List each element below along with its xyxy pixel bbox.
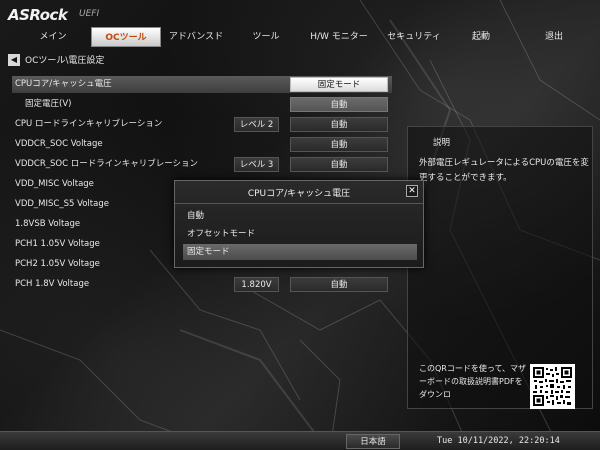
datetime-display: Tue 10/11/2022, 22:20:14 (437, 436, 560, 446)
asrock-logo: ASRock (8, 6, 68, 24)
description-panel: 説明 外部電圧レギュレータによるCPUの電圧を変更することができます。 このQR… (407, 126, 593, 409)
setting-cpu-core-cache-voltage[interactable]: CPUコア/キャッシュ電圧 固定モード (12, 76, 392, 93)
option-value-box[interactable]: 自動 (290, 137, 388, 152)
description-text: 外部電圧レギュレータによるCPUの電圧を変更することができます。 (419, 158, 589, 183)
option-value-box[interactable]: 自動 (290, 277, 388, 292)
setting-label: CPU ロードラインキャリブレーション (15, 119, 163, 129)
dialog-option-auto[interactable]: 自動 (183, 208, 417, 224)
breadcrumb-path: OCツール\電圧設定 (25, 56, 105, 66)
setting-label: VDDCR_SOC ロードラインキャリブレーション (15, 159, 199, 169)
option-value-box[interactable]: 自動 (290, 117, 388, 132)
voltage-value-box[interactable]: 1.820V (234, 277, 279, 292)
dialog-option-fixed[interactable]: 固定モード (183, 244, 417, 260)
status-bar: 日本語 Tue 10/11/2022, 22:20:14 (0, 431, 600, 450)
qr-code-icon (530, 364, 575, 409)
tab-security[interactable]: セキュリティ (382, 27, 446, 47)
setting-label: 1.8VSB Voltage (15, 219, 81, 229)
level-value-box[interactable]: レベル 2 (234, 117, 279, 132)
tab-boot[interactable]: 起動 (460, 27, 502, 47)
setting-vddcr-soc-llc[interactable]: VDDCR_SOC ロードラインキャリブレーション レベル 3 自動 (12, 156, 392, 173)
setting-label: VDDCR_SOC Voltage (15, 139, 103, 149)
option-value-box[interactable]: 自動 (290, 157, 388, 172)
setting-label: VDD_MISC_S5 Voltage (15, 199, 109, 209)
back-arrow-icon[interactable]: ◀ (8, 53, 20, 66)
option-value-box[interactable]: 自動 (290, 97, 388, 112)
option-select-dialog: CPUコア/キャッシュ電圧 ✕ 自動 オフセットモード 固定モード (174, 180, 424, 268)
dialog-title: CPUコア/キャッシュ電圧 (247, 189, 351, 199)
main-nav: メイン OCツール アドバンスド ツール H/W モニター セキュリティ 起動 … (0, 27, 600, 47)
tab-tools[interactable]: ツール (243, 27, 289, 47)
setting-label: 固定電圧(V) (25, 99, 72, 109)
option-value-box[interactable]: 固定モード (290, 77, 388, 92)
tab-exit[interactable]: 退出 (533, 27, 575, 47)
setting-fixed-voltage[interactable]: 固定電圧(V) 自動 (12, 96, 392, 113)
setting-label: PCH 1.8V Voltage (15, 279, 90, 289)
tab-advanced[interactable]: アドバンスド (165, 27, 227, 47)
setting-label: PCH1 1.05V Voltage (15, 239, 100, 249)
setting-vddcr-soc-voltage[interactable]: VDDCR_SOC Voltage 自動 (12, 136, 392, 153)
tab-hw-monitor[interactable]: H/W モニター (304, 27, 374, 47)
breadcrumb: ◀ OCツール\電圧設定 (8, 53, 104, 66)
language-button[interactable]: 日本語 (346, 434, 400, 449)
uefi-label: UEFI (79, 9, 100, 19)
tab-oc-tools[interactable]: OCツール (91, 27, 161, 47)
qr-caption: このQRコードを使って、マザーボードの取扱説明書PDFをダウンロ (419, 364, 527, 399)
level-value-box[interactable]: レベル 3 (234, 157, 279, 172)
setting-cpu-llc[interactable]: CPU ロードラインキャリブレーション レベル 2 自動 (12, 116, 392, 133)
setting-pch-1-8v-voltage[interactable]: PCH 1.8V Voltage 1.820V 自動 (12, 276, 392, 293)
description-title: 説明 (433, 138, 451, 148)
setting-label: PCH2 1.05V Voltage (15, 259, 100, 269)
setting-label: CPUコア/キャッシュ電圧 (15, 79, 112, 89)
setting-label: VDD_MISC Voltage (15, 179, 94, 189)
tab-main[interactable]: メイン (28, 27, 78, 47)
close-icon[interactable]: ✕ (406, 185, 418, 197)
dialog-option-offset[interactable]: オフセットモード (183, 226, 417, 242)
dialog-divider (175, 203, 423, 204)
